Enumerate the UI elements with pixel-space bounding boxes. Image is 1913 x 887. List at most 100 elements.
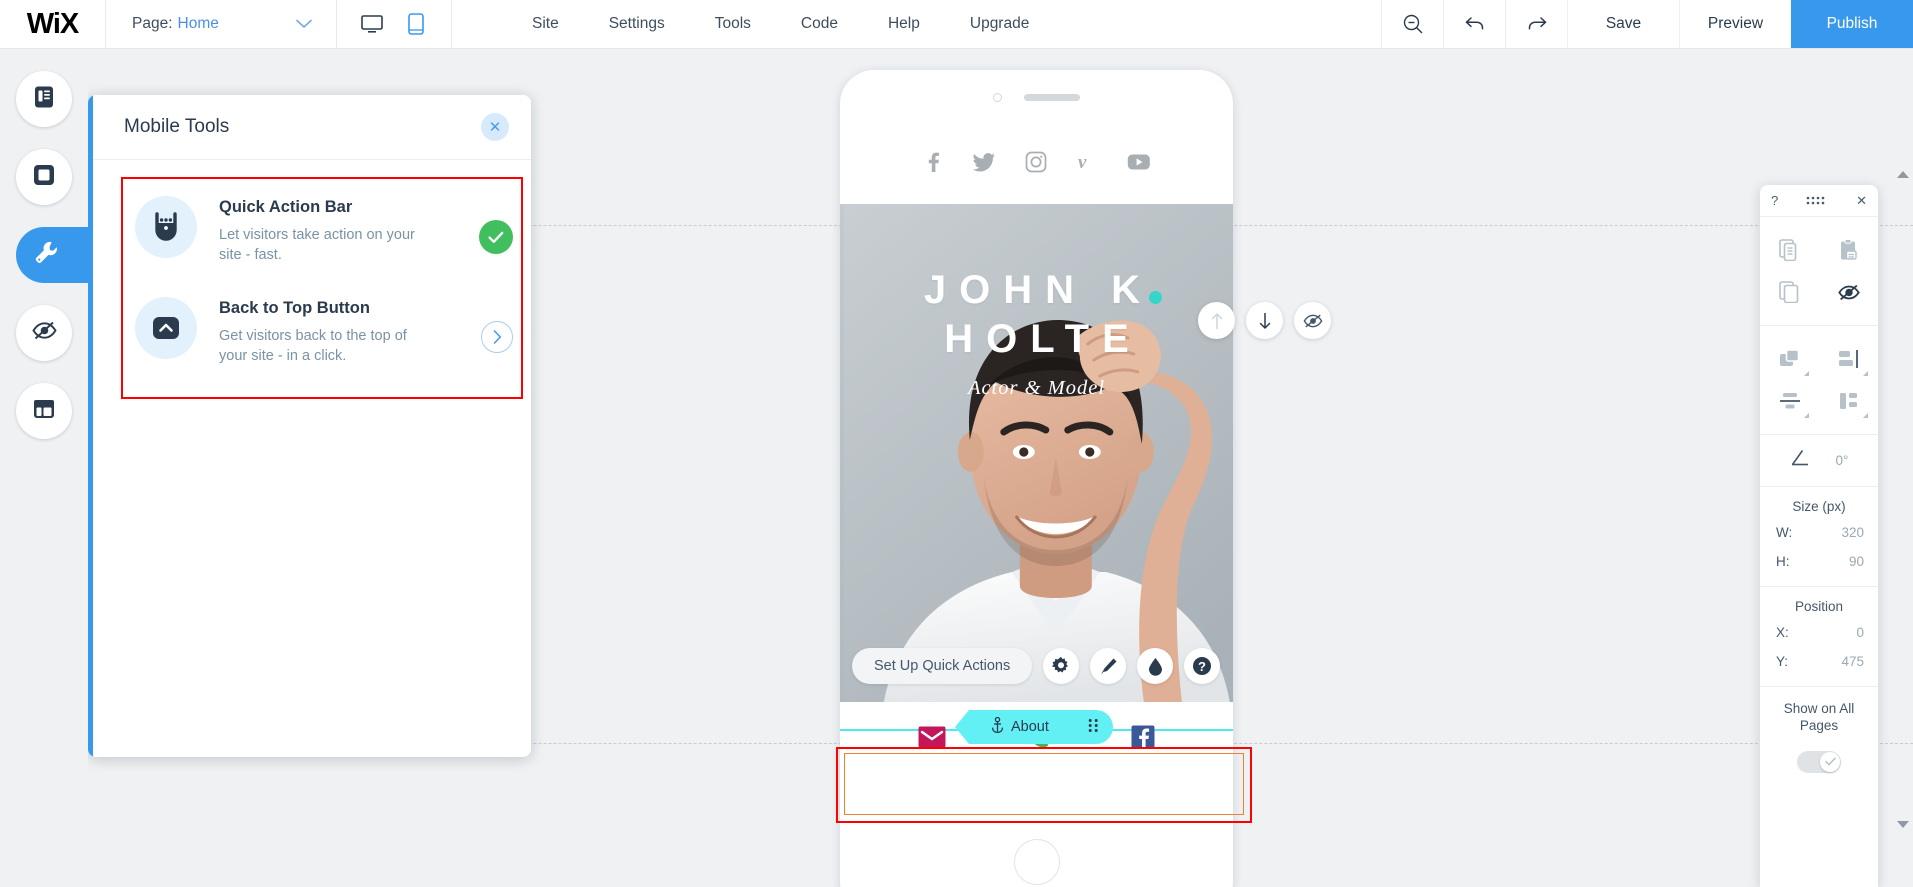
menu-item-code[interactable]: Code (776, 0, 863, 48)
facebook-icon[interactable] (923, 151, 943, 178)
tool-card-text: Back to Top Button Get visitors back to … (219, 293, 459, 366)
square-icon (31, 162, 57, 193)
chevron-expand-icon (1863, 371, 1868, 376)
menu-item-help[interactable]: Help (863, 0, 945, 48)
show-on-all-pages-label: Show on All Pages (1783, 701, 1855, 733)
hero-subtitle: Actor & Model (967, 376, 1106, 399)
distribute-vertical-button[interactable] (1819, 380, 1878, 422)
height-key: H: (1776, 554, 1790, 569)
help-icon[interactable]: ? (1771, 193, 1778, 208)
preview-button[interactable]: Preview (1679, 0, 1791, 48)
phone-bottom-bar (840, 821, 1233, 887)
vimeo-icon[interactable]: v (1076, 151, 1098, 178)
pages-icon (31, 84, 57, 115)
sidebar-item-menus-and-pages[interactable] (16, 71, 72, 127)
mobile-tools-panel[interactable]: Mobile Tools ✕ Quick Action Bar Let visi… (88, 95, 531, 757)
email-action-icon[interactable] (918, 726, 946, 753)
layout-icon (31, 396, 57, 427)
close-icon[interactable]: ✕ (1856, 193, 1867, 209)
drag-handle-icon[interactable] (1088, 718, 1099, 737)
hero-section[interactable]: JOHN K HOLTE Actor & Model Set Up Quick … (840, 204, 1233, 702)
quick-action-bar[interactable]: About (840, 702, 1233, 776)
design-brush-button[interactable] (1090, 648, 1127, 684)
zoom-out-icon[interactable] (1381, 0, 1443, 48)
anchor-tooltip[interactable]: About (955, 710, 1113, 744)
paste-button[interactable] (1819, 229, 1878, 271)
hero-title-block[interactable]: JOHN K HOLTE Actor & Model (840, 266, 1233, 400)
sidebar-item-background[interactable] (16, 149, 72, 205)
scroll-down-icon[interactable] (1897, 821, 1909, 828)
svg-text:v: v (1078, 152, 1087, 173)
tool-card-title: Back to Top Button (219, 299, 370, 318)
move-down-button[interactable] (1246, 302, 1283, 339)
anchor-label: About (1011, 719, 1049, 735)
distribute-horizontal-button[interactable] (1760, 380, 1819, 422)
move-up-button[interactable] (1198, 302, 1235, 339)
tool-card-back-to-top-button[interactable]: Back to Top Button Get visitors back to … (119, 279, 521, 380)
save-button[interactable]: Save (1567, 0, 1679, 48)
mobile-preview-frame[interactable]: v JOHN K HOLTE Actor & Model Set Up Quic… (840, 70, 1233, 887)
design-brush-icon (1100, 658, 1117, 674)
wix-logo[interactable]: WiX (0, 0, 105, 48)
hide-icon (1837, 284, 1860, 300)
copy-button[interactable] (1760, 229, 1819, 271)
check-icon[interactable] (479, 220, 513, 254)
desktop-view-icon[interactable] (359, 9, 385, 39)
close-icon[interactable]: ✕ (481, 113, 509, 141)
hide-button[interactable] (1819, 271, 1878, 313)
facebook-action-icon[interactable] (1131, 725, 1155, 754)
width-key: W: (1776, 525, 1793, 540)
align-icon (1838, 350, 1858, 368)
page-selector[interactable]: Page: Home (106, 0, 336, 48)
camera-dot-icon (993, 93, 1002, 102)
chevron-down-icon[interactable] (296, 17, 312, 32)
drag-handle-icon[interactable] (1806, 196, 1828, 205)
angle-icon[interactable] (1790, 449, 1810, 472)
menu-item-upgrade[interactable]: Upgrade (945, 0, 1054, 48)
instagram-icon[interactable] (1025, 151, 1047, 178)
rotation-value[interactable]: 0° (1836, 453, 1849, 468)
chevron-right-icon[interactable] (481, 321, 513, 354)
arrange-button[interactable] (1760, 338, 1819, 380)
height-value[interactable]: 90 (1849, 554, 1864, 569)
show-on-all-pages-toggle[interactable] (1797, 750, 1841, 773)
sidebar-item-mobile-tools[interactable] (16, 227, 90, 283)
main-menu: Site Settings Tools Code Help Upgrade (452, 0, 1054, 48)
width-value[interactable]: 320 (1841, 525, 1864, 540)
y-key: Y: (1776, 654, 1789, 669)
back-to-top-icon (135, 297, 197, 360)
panel-header: ? ✕ (1760, 185, 1878, 217)
menu-item-site[interactable]: Site (507, 0, 584, 48)
toggle-wrap (1760, 741, 1878, 787)
copy-icon (1779, 239, 1797, 261)
element-toolbar-panel[interactable]: ? ✕ 0° Size (px) W: 320 H: 90 Position X… (1760, 185, 1878, 887)
y-value[interactable]: 475 (1841, 654, 1864, 669)
hide-element-button[interactable] (1294, 302, 1331, 339)
tool-card-quick-action-bar[interactable]: Quick Action Bar Let visitors take actio… (119, 178, 521, 279)
menu-item-settings[interactable]: Settings (584, 0, 690, 48)
help-question-button[interactable]: ? (1184, 648, 1221, 684)
position-label: Position (1794, 599, 1844, 614)
set-up-quick-actions-button[interactable]: Set Up Quick Actions (852, 648, 1033, 684)
redo-icon[interactable] (1505, 0, 1567, 48)
sidebar-item-layout-optimizer[interactable] (16, 383, 72, 439)
mobile-tools-header: Mobile Tools ✕ (88, 95, 531, 160)
duplicate-button[interactable] (1760, 271, 1819, 313)
align-button[interactable] (1819, 338, 1878, 380)
settings-gear-button[interactable] (1043, 648, 1080, 684)
panel-title: Mobile Tools (124, 116, 230, 137)
youtube-icon[interactable] (1127, 153, 1151, 176)
undo-icon[interactable] (1443, 0, 1505, 48)
scroll-up-icon[interactable] (1897, 171, 1909, 178)
publish-button[interactable]: Publish (1791, 0, 1913, 48)
speaker-bar (1024, 94, 1080, 101)
arrange-icon (1780, 349, 1800, 366)
menu-item-tools[interactable]: Tools (690, 0, 776, 48)
color-drop-button[interactable] (1137, 648, 1174, 684)
quick-action-bar-icon (135, 196, 197, 258)
mobile-view-icon[interactable] (403, 9, 429, 39)
twitter-icon[interactable] (972, 151, 996, 178)
x-value[interactable]: 0 (1856, 625, 1864, 640)
sidebar-item-hidden-elements[interactable] (16, 305, 72, 361)
wrench-icon (33, 239, 74, 271)
